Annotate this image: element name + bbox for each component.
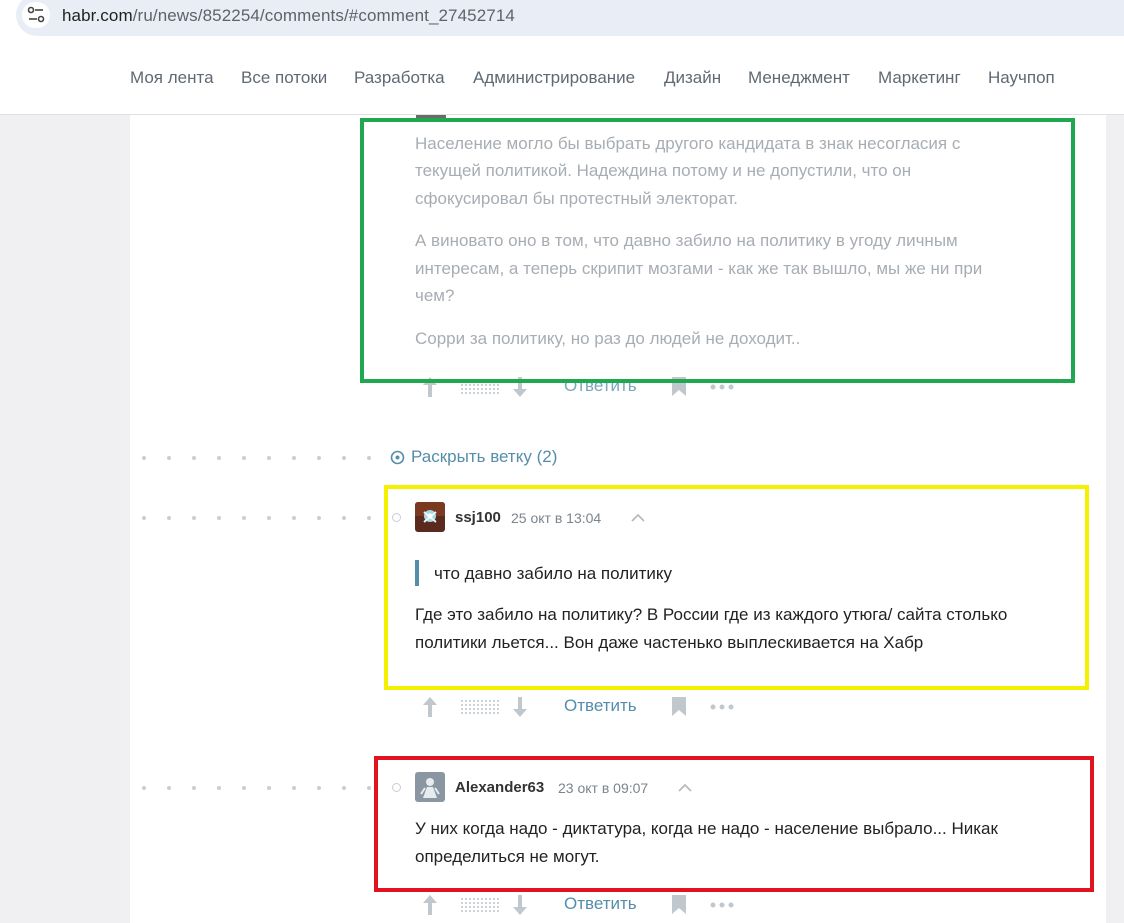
nav-item-admin[interactable]: Администрирование	[473, 68, 635, 88]
habr-nav: Моя лента Все потоки Разработка Админист…	[0, 44, 1124, 115]
comment-actions: Ответить	[420, 695, 740, 719]
url-host: habr.com	[62, 6, 133, 25]
bookmark-icon[interactable]	[672, 697, 686, 716]
rating-score	[460, 699, 500, 716]
more-icon[interactable]	[710, 384, 734, 390]
nav-item-all-streams[interactable]: Все потоки	[241, 68, 327, 88]
thread-line	[142, 783, 402, 792]
expand-thread-label: Раскрыть ветку (2)	[411, 447, 558, 466]
browser-address-bar: habr.com/ru/news/852254/comments/#commen…	[0, 0, 1124, 44]
thread-line	[142, 513, 402, 522]
url-path: /ru/news/852254/comments/#comment_274527…	[132, 6, 515, 25]
vote-up-icon[interactable]	[420, 893, 440, 917]
url-text[interactable]: habr.com/ru/news/852254/comments/#commen…	[62, 6, 515, 26]
annotation-box-yellow	[384, 485, 1089, 690]
nav-item-management[interactable]: Менеджмент	[748, 68, 850, 88]
thread-line	[142, 455, 382, 461]
reply-button[interactable]: Ответить	[564, 894, 637, 914]
vote-down-icon[interactable]	[510, 695, 530, 719]
nav-item-development[interactable]: Разработка	[354, 68, 445, 88]
annotation-box-green	[360, 118, 1075, 383]
more-icon[interactable]	[710, 902, 734, 908]
bookmark-icon[interactable]	[672, 895, 686, 914]
comment-actions: Ответить	[420, 893, 740, 917]
site-settings-icon[interactable]	[22, 2, 50, 28]
rating-score	[460, 897, 500, 914]
nav-item-feed[interactable]: Моя лента	[130, 68, 214, 88]
vote-up-icon[interactable]	[420, 695, 440, 719]
nav-item-popsci[interactable]: Научпоп	[988, 68, 1055, 88]
nav-item-design[interactable]: Дизайн	[664, 68, 721, 88]
annotation-box-red	[374, 756, 1094, 892]
expand-circle-icon	[390, 450, 405, 465]
expand-thread-button[interactable]: Раскрыть ветку (2)	[390, 447, 557, 467]
vote-down-icon[interactable]	[510, 893, 530, 917]
reply-button[interactable]: Ответить	[564, 696, 637, 716]
nav-item-marketing[interactable]: Маркетинг	[878, 68, 961, 88]
more-icon[interactable]	[710, 704, 734, 710]
